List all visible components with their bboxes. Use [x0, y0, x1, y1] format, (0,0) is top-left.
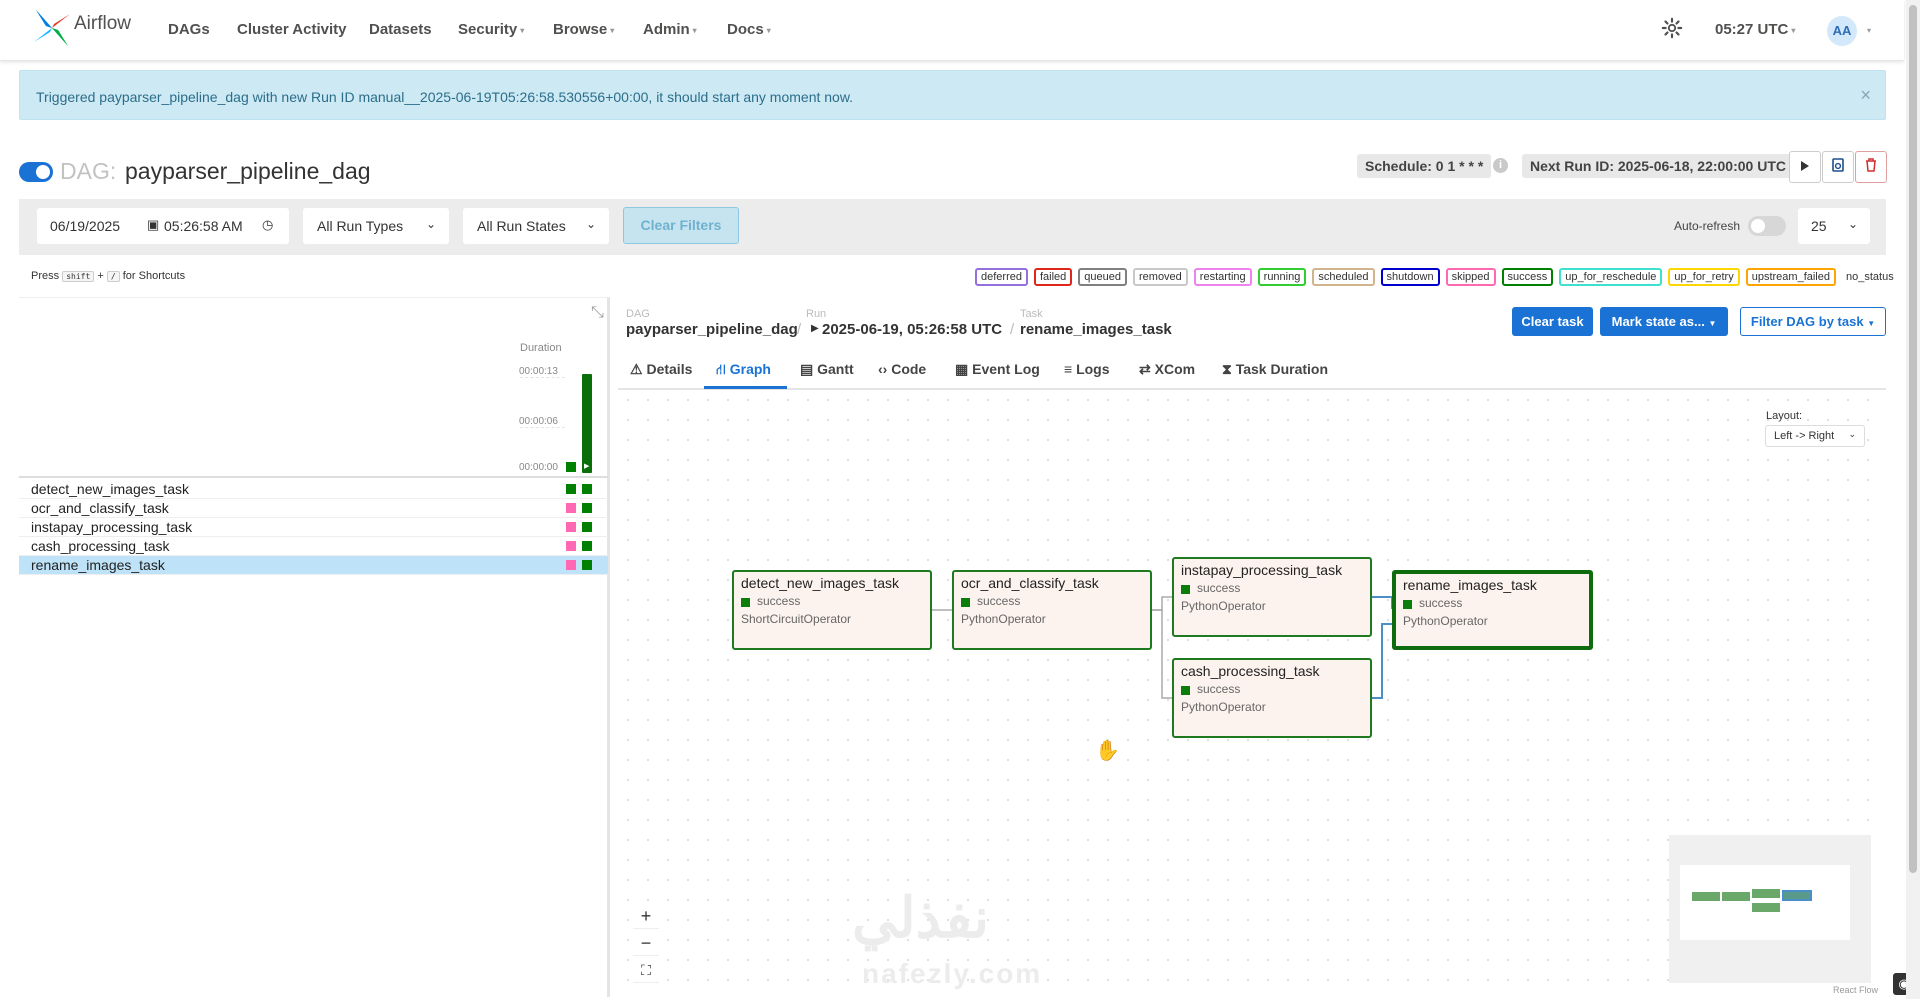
node-state: success — [977, 594, 1021, 608]
fit-view-button[interactable]: ⛶ — [633, 957, 659, 983]
node-state: success — [1419, 596, 1463, 610]
node-title: detect_new_images_task — [741, 575, 899, 591]
minimap-node — [1692, 892, 1720, 901]
node-title: cash_processing_task — [1181, 663, 1320, 679]
status-square — [1181, 585, 1190, 594]
node-operator: ShortCircuitOperator — [741, 612, 852, 626]
node-title: rename_images_task — [1403, 577, 1537, 593]
hand-cursor-icon: ✋ — [1095, 740, 1120, 762]
status-square — [961, 598, 970, 607]
node-operator: PythonOperator — [1403, 614, 1488, 628]
graph-node-rename-images[interactable]: rename_images_task success PythonOperato… — [1392, 570, 1593, 650]
graph-edges — [932, 596, 1395, 699]
zoom-out-button[interactable]: − — [633, 930, 659, 956]
status-square — [1403, 600, 1412, 609]
status-square — [741, 598, 750, 607]
node-state: success — [1197, 682, 1241, 696]
scrollbar-thumb[interactable] — [1909, 5, 1917, 873]
node-state: success — [1197, 581, 1241, 595]
graph-node-cash-processing[interactable]: cash_processing_task success PythonOpera… — [1172, 658, 1372, 738]
graph-node-detect-new-images[interactable]: detect_new_images_task success ShortCirc… — [732, 570, 932, 650]
graph-node-ocr-and-classify[interactable]: ocr_and_classify_task success PythonOper… — [952, 570, 1152, 650]
minimap-node — [1752, 889, 1780, 898]
node-operator: PythonOperator — [1181, 700, 1266, 714]
graph-minimap[interactable] — [1669, 835, 1871, 983]
node-operator: PythonOperator — [961, 612, 1046, 626]
minimap-node-selected — [1782, 890, 1812, 901]
react-flow-attribution[interactable]: React Flow — [1833, 985, 1878, 995]
node-title: instapay_processing_task — [1181, 562, 1343, 578]
minimap-node — [1752, 903, 1780, 912]
zoom-in-button[interactable]: + — [633, 903, 659, 929]
edge — [1372, 596, 1393, 609]
minimap-node — [1722, 892, 1750, 901]
node-state: success — [757, 594, 801, 608]
graph-node-instapay-processing[interactable]: instapay_processing_task success PythonO… — [1172, 557, 1372, 637]
status-square — [1181, 686, 1190, 695]
node-operator: PythonOperator — [1181, 599, 1266, 613]
node-title: ocr_and_classify_task — [961, 575, 1099, 591]
